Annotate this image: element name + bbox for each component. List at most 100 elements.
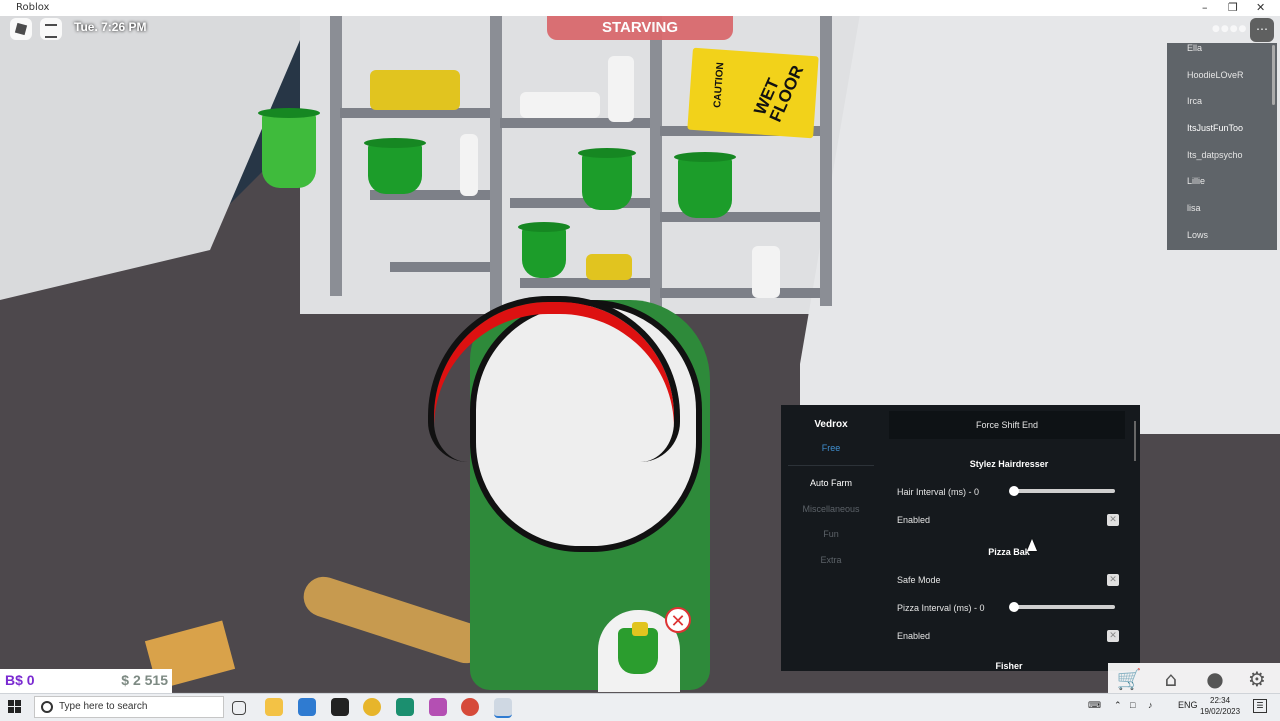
chrome-icon[interactable] [363, 698, 381, 716]
safe-mode-checkbox[interactable]: ✕ [1107, 574, 1119, 586]
spray-bottle [752, 246, 780, 298]
security-shield-icon[interactable] [331, 698, 349, 716]
chat-icon[interactable] [40, 18, 62, 40]
system-clock[interactable]: 22:34 19/02/2023 [1200, 695, 1240, 717]
wet-floor-sign: CAUTION WET FLOOR [687, 47, 819, 139]
cash-balance: $ 2 515 [121, 672, 168, 688]
green-bucket [578, 148, 636, 210]
spray-bottle [520, 92, 600, 118]
tab-fun[interactable]: Fun [781, 529, 881, 539]
shelf-post [650, 16, 662, 316]
section-stylez-hairdresser: Stylez Hairdresser [969, 459, 1049, 469]
game-clock: Tue. 7:26 PM [74, 20, 147, 34]
money-display: B$ 0 $ 2 515 [0, 669, 172, 693]
enabled-label: Enabled [897, 515, 931, 525]
roblox-taskbar-icon[interactable] [494, 698, 512, 718]
tab-extra[interactable]: Extra [781, 555, 881, 565]
status-banner: STARVING [547, 16, 733, 40]
app-icon[interactable] [396, 698, 414, 716]
windows-start-icon[interactable] [8, 700, 22, 714]
mouse-cursor-icon [1027, 539, 1037, 551]
shelf-post [490, 16, 502, 316]
enabled-label: Enabled [897, 631, 931, 641]
window-titlebar: Roblox – ❐ ✕ [0, 0, 1280, 16]
trash-bin [258, 108, 320, 188]
shelf [660, 288, 820, 298]
chrome-profile-icon[interactable] [461, 698, 479, 716]
spray-bottle [608, 56, 634, 122]
network-icon[interactable]: □ [1130, 700, 1135, 710]
slider-knob[interactable] [1009, 486, 1019, 496]
player-list-item[interactable]: Lillie [1167, 176, 1277, 203]
task-view-icon[interactable] [232, 701, 246, 715]
language-indicator[interactable]: ENG [1178, 700, 1198, 710]
system-date: 19/02/2023 [1200, 707, 1241, 716]
force-shift-end-button[interactable]: Force Shift End [889, 411, 1125, 439]
notification-icon[interactable]: ☰ [1253, 699, 1267, 713]
player-list-item[interactable]: Ella [1167, 43, 1277, 70]
player-list-item[interactable]: ItsJustFunToo [1167, 123, 1277, 150]
tray-chevron-icon[interactable]: ⌃ [1114, 700, 1122, 711]
volume-icon[interactable]: ♪ [1148, 700, 1153, 710]
windows-taskbar: Type here to search ⌨ ⌃ □ ♪ ENG 22:34 19… [0, 693, 1280, 721]
more-options-icon[interactable]: ⋯ [1250, 18, 1274, 42]
pizza-enabled-checkbox[interactable]: ✕ [1107, 630, 1119, 642]
signal-icon: ●●●● [1212, 24, 1248, 34]
pizza-interval-slider[interactable] [1009, 602, 1115, 612]
hair-interval-label: Hair Interval (ms) - 0 [897, 487, 980, 497]
settings-gear-icon[interactable]: ⚙ [1244, 666, 1270, 692]
shelf-post [820, 16, 832, 306]
bux-balance: B$ 0 [5, 672, 35, 688]
search-icon [41, 701, 53, 713]
sidebar-divider [788, 465, 874, 466]
player-list-item[interactable]: Irca [1167, 96, 1277, 123]
safe-mode-label: Safe Mode [897, 575, 941, 585]
close-icon[interactable]: ✕ [1256, 1, 1265, 14]
mail-icon[interactable] [298, 698, 316, 716]
player-list: Ella HoodieLOveR Irca ItsJustFunToo Its_… [1167, 43, 1277, 250]
system-time: 22:34 [1210, 696, 1231, 705]
shelf [390, 262, 490, 272]
section-fisher: Fisher [995, 661, 1023, 671]
player-list-item[interactable]: lisa [1167, 203, 1277, 230]
sponge-stack [370, 70, 460, 110]
app-icon[interactable] [429, 698, 447, 716]
panel-content: Force Shift End Stylez Hairdresser Hair … [887, 409, 1131, 671]
roblox-menu-icon[interactable] [10, 18, 32, 40]
panel-tier: Free [821, 443, 841, 453]
panel-scrollbar[interactable] [1134, 421, 1136, 461]
player-list-scrollbar[interactable] [1272, 45, 1275, 105]
avatar-icon[interactable]: ● [1202, 666, 1228, 692]
player-list-item[interactable]: HoodieLOveR [1167, 70, 1277, 97]
search-placeholder: Type here to search [59, 701, 148, 712]
panel-sidebar: Vedrox Free Auto Farm Miscellaneous Fun … [781, 405, 881, 671]
green-bucket [364, 138, 426, 194]
taskbar-search-input[interactable]: Type here to search [34, 696, 224, 718]
panel-brand: Vedrox [814, 419, 848, 430]
minimize-icon[interactable]: – [1202, 1, 1208, 14]
slider-knob[interactable] [1009, 602, 1019, 612]
sign-text: WET FLOOR [750, 62, 808, 125]
keyboard-icon[interactable]: ⌨ [1088, 700, 1101, 711]
player-list-item[interactable]: Its_datpsycho [1167, 150, 1277, 177]
hairdresser-enabled-checkbox[interactable]: ✕ [1107, 514, 1119, 526]
file-explorer-icon[interactable] [265, 698, 283, 716]
tab-auto-farm[interactable]: Auto Farm [781, 478, 881, 488]
maximize-icon[interactable]: ❐ [1228, 1, 1238, 14]
script-panel: Vedrox Free Auto Farm Miscellaneous Fun … [781, 405, 1140, 671]
tab-miscellaneous[interactable]: Miscellaneous [781, 504, 881, 514]
shelf [520, 278, 650, 288]
window-title: Roblox [16, 2, 50, 13]
green-bucket [518, 222, 570, 278]
green-bucket [674, 152, 736, 218]
bucket-tool-icon [618, 622, 658, 674]
sponge [586, 254, 632, 280]
player-list-item[interactable]: Lows [1167, 230, 1277, 250]
unequip-close-icon[interactable]: ✕ [665, 607, 691, 633]
hud-menu-bar: 🛒 ⌂ ● ⚙ [1108, 663, 1280, 693]
hair-interval-slider[interactable] [1009, 486, 1115, 496]
shop-basket-icon[interactable]: 🛒 [1116, 666, 1142, 692]
spray-bottle [460, 134, 478, 196]
home-icon[interactable]: ⌂ [1158, 666, 1184, 692]
sign-caution-text: CAUTION [712, 62, 727, 109]
